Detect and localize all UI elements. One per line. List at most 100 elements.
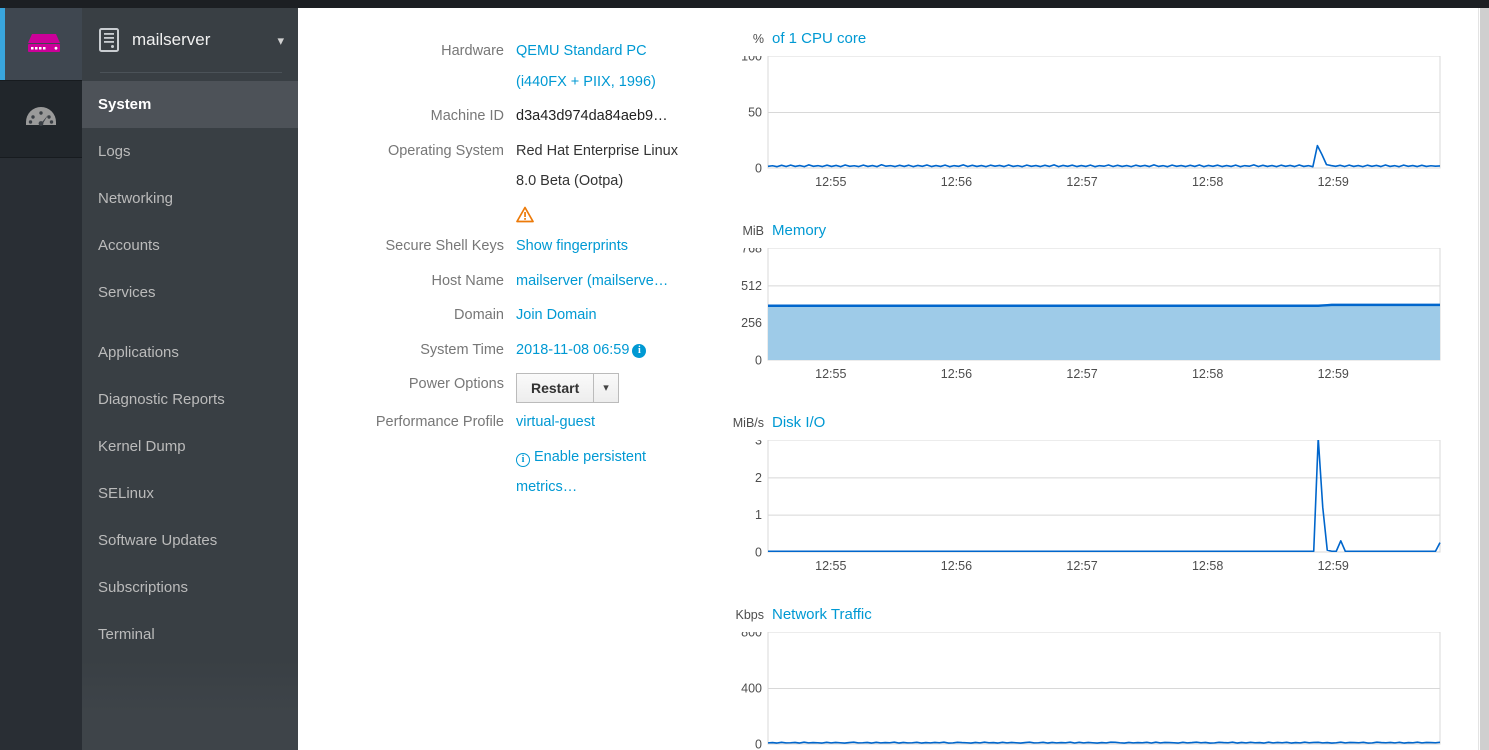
metrics-charts: % of 1 CPU core 0 50 100 12:55 12:56 12:57 12:58… — [720, 30, 1460, 750]
sidebar-item-label: Services — [98, 284, 156, 301]
info-label-system-time: System Time — [420, 341, 504, 358]
info-row-host-name: Host Name mailserver (mailserve… — [372, 266, 762, 297]
chart-title-disk_io[interactable]: Disk I/O — [772, 414, 825, 431]
chart-unit-disk_io: MiB/s — [732, 416, 764, 430]
info-label-persistent-metrics-spacer — [372, 442, 516, 503]
info-label-hardware: Hardware — [441, 43, 504, 59]
sidebar-item-selinux[interactable]: SELinux — [82, 470, 298, 517]
info-value-operating-system: Red Hat Enterprise Linux 8.0 Beta (Ootpa… — [516, 142, 678, 190]
chart-ytick-network: 0 — [755, 738, 762, 750]
sidebar-item-accounts[interactable]: Accounts — [82, 222, 298, 269]
chart-xtick-memory: 12:57 — [1066, 367, 1097, 381]
chart-ytick-disk_io: 3 — [755, 440, 762, 448]
chart-xtick-memory: 12:58 — [1192, 367, 1223, 381]
chart-xtick-disk_io: 12:59 — [1318, 559, 1349, 573]
info-value-machine-id: d3a43d974da84aeb9… — [516, 108, 668, 124]
sidebar-item-services[interactable]: Services — [82, 269, 298, 316]
sidebar-item-software-updates[interactable]: Software Updates — [82, 517, 298, 564]
performance-profile-link[interactable]: virtual-guest — [516, 414, 595, 430]
info-row-machine-id: Machine ID d3a43d974da84aeb9… — [372, 101, 762, 132]
sidebar-item-networking[interactable]: Networking — [82, 175, 298, 222]
sidebar-item-system[interactable]: System — [82, 81, 298, 128]
info-value-ssh-keys: Show fingerprints — [516, 231, 696, 262]
chart-cpu: % of 1 CPU core 0 50 100 12:55 12:56 12:57 12:58… — [720, 30, 1460, 222]
chart-xtick-cpu: 12:58 — [1192, 175, 1223, 189]
hardware-link[interactable]: QEMU Standard PC (i440FX + PIIX, 1996) — [516, 43, 656, 90]
sidebar-item-label: Subscriptions — [98, 579, 189, 596]
chart-title-memory[interactable]: Memory — [772, 222, 826, 239]
chart-ytick-memory: 0 — [755, 354, 762, 368]
chart-line-disk_io — [768, 440, 1441, 553]
info-value-warning — [516, 201, 696, 232]
info-row-performance-profile: Performance Profile virtual-guest — [372, 407, 762, 438]
chart-xtick-cpu: 12:56 — [941, 175, 972, 189]
chart-memory: MiB Memory 0 256 512 768 12:55 12:56 12:57 12:58 1… — [720, 222, 1460, 414]
chart-line-cpu — [767, 144, 1441, 168]
vertical-scrollbar[interactable] — [1478, 8, 1489, 750]
info-label-host-name: Host Name — [431, 272, 504, 289]
sidebar-item-label: Applications — [98, 344, 179, 361]
chart-unit-network: Kbps — [735, 608, 765, 622]
info-row-ssh-keys: Secure Shell Keys Show fingerprints — [372, 231, 762, 262]
info-label-performance-profile: Performance Profile — [375, 414, 504, 430]
chart-area-memory — [768, 304, 1440, 360]
chart-header-disk_io: MiB/s Disk I/O — [720, 414, 1460, 438]
chart-header-cpu: % of 1 CPU core — [720, 30, 1460, 54]
chevron-down-icon: ▾ — [277, 32, 284, 48]
sidebar-item-subscriptions[interactable]: Subscriptions — [82, 564, 298, 611]
sidebar-divider — [100, 72, 282, 73]
info-row-operating-system: Operating System Red Hat Enterprise Linu… — [372, 136, 762, 197]
chart-header-network: Kbps Network Traffic — [720, 606, 1460, 630]
system-time-link[interactable]: 2018-11-08 06:59 — [516, 342, 629, 358]
info-row-hardware: Hardware QEMU Standard PC (i440FX + PIIX… — [372, 36, 762, 97]
chart-ytick-memory: 512 — [741, 279, 762, 293]
scrollbar-thumb[interactable] — [1480, 8, 1489, 750]
sidebar-bottom-fade — [82, 660, 298, 750]
info-value-host-name: mailserver (mailserve… — [516, 266, 696, 297]
chart-ytick-memory: 256 — [741, 316, 762, 330]
chart-header-memory: MiB Memory — [720, 222, 1460, 246]
chart-xtick-disk_io: 12:55 — [815, 559, 846, 573]
sidebar-item-label: SELinux — [98, 485, 154, 502]
chart-unit-memory: MiB — [742, 224, 764, 238]
info-value-power-options: Restart ▾ — [516, 369, 696, 403]
sidebar-host-switcher[interactable]: mailserver ▾ — [82, 8, 298, 72]
host-name-link[interactable]: mailserver (mailserve… — [516, 273, 668, 289]
system-info-table: Hardware QEMU Standard PC (i440FX + PIIX… — [372, 36, 762, 507]
sidebar-item-kernel-dump[interactable]: Kernel Dump — [82, 423, 298, 470]
chart-plot-disk_io: 0 1 2 3 12:55 12:56 12:57 12:58 12:59 — [755, 440, 1441, 573]
info-row-warning — [372, 201, 762, 232]
sidebar-item-logs[interactable]: Logs — [82, 128, 298, 175]
info-row-system-time: System Time 2018-11-08 06:59 i — [372, 335, 762, 366]
sidebar-item-terminal[interactable]: Terminal — [82, 611, 298, 658]
chart-ytick-disk_io: 0 — [755, 546, 762, 560]
sidebar-nav-group-1: System Logs Networking Accounts Services — [82, 81, 298, 316]
info-row-power-options: Power Options Restart ▾ — [372, 369, 762, 403]
chart-ytick-disk_io: 1 — [755, 508, 762, 522]
sidebar-item-label: Software Updates — [98, 532, 218, 549]
main-content: Hardware QEMU Standard PC (i440FX + PIIX… — [298, 8, 1478, 750]
sidebar-nav-group-2: Applications Diagnostic Reports Kernel D… — [82, 329, 298, 658]
chart-xtick-memory: 12:55 — [815, 367, 846, 381]
rail-brand-button[interactable] — [5, 8, 82, 80]
chart-xtick-cpu: 12:57 — [1066, 175, 1097, 189]
sidebar-item-label: Networking — [98, 190, 174, 207]
info-circle-icon[interactable]: i — [632, 343, 647, 358]
restart-button[interactable]: Restart — [516, 373, 594, 403]
power-options-dropdown-toggle[interactable]: ▾ — [593, 373, 619, 403]
chart-line-memory — [768, 303, 1440, 307]
dashboard-gauge-icon — [26, 107, 56, 126]
chart-xtick-disk_io: 12:56 — [941, 559, 972, 573]
rail-item-dashboard[interactable] — [0, 80, 82, 158]
enable-persistent-metrics-link[interactable]: Enable persistent metrics… — [516, 449, 646, 496]
sidebar-item-diagnostic-reports[interactable]: Diagnostic Reports — [82, 376, 298, 423]
show-fingerprints-link[interactable]: Show fingerprints — [516, 238, 628, 254]
chart-title-cpu[interactable]: of 1 CPU core — [772, 30, 866, 47]
chart-title-network[interactable]: Network Traffic — [772, 606, 872, 623]
sidebar-item-applications[interactable]: Applications — [82, 329, 298, 376]
chart-line-network — [767, 741, 1441, 744]
join-domain-link[interactable]: Join Domain — [516, 307, 597, 323]
info-label-machine-id: Machine ID — [430, 108, 504, 124]
warning-triangle-icon[interactable] — [516, 206, 534, 224]
cockpit-window: mailserver ▾ System Logs Networking Acco… — [0, 0, 1489, 750]
